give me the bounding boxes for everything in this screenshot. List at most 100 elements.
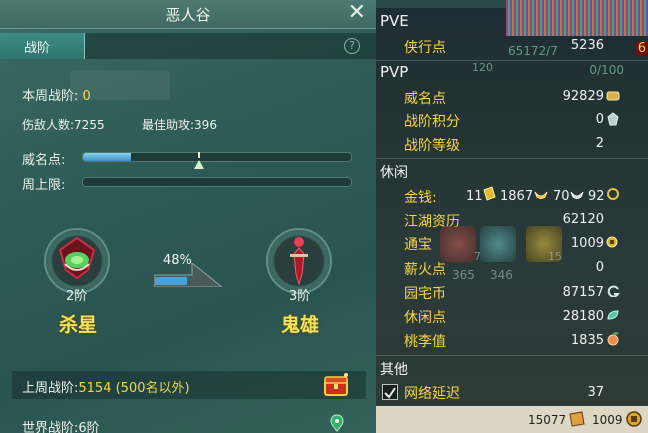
silver-ingot-icon: [570, 191, 584, 199]
money-label: 金钱:: [404, 190, 437, 206]
leisure-points-value: 28180: [562, 309, 604, 324]
weekly-rank-label: 本周战阶:: [22, 89, 79, 104]
money-silver-value: 70: [553, 189, 570, 204]
current-rank-name: 杀星: [59, 314, 98, 336]
gold-brick-icon: [483, 186, 496, 201]
tongbao-coin-icon: [606, 236, 618, 248]
week-limit-bar: [82, 177, 352, 187]
fire-points-value: 0: [595, 260, 604, 275]
rank-score-icon: [607, 112, 619, 126]
garden-coin-value: 87157: [562, 285, 604, 300]
rank-score-value: 0: [595, 112, 604, 127]
assists-row: 最佳助攻:396: [142, 116, 217, 133]
weekly-rank-value: 0: [82, 89, 91, 104]
rank-level-value: 2: [595, 136, 604, 151]
close-icon[interactable]: ✕: [348, 1, 366, 25]
help-icon[interactable]: ?: [344, 38, 360, 54]
assists-label: 最佳助攻:: [142, 118, 195, 132]
next-rank-name: 鬼雄: [281, 314, 320, 336]
bottom-token-icon: [569, 411, 585, 427]
currency-tooltip-panel: 65172/7 0/100 120 6 PVE 侠行点 5236 PVP 威名点…: [376, 0, 648, 433]
network-latency-value: 37: [587, 385, 604, 400]
current-rank-icon: [58, 236, 96, 280]
peach-icon: [607, 332, 619, 346]
world-rank-value: 6阶: [78, 421, 100, 433]
money-gold-value: 1867: [500, 189, 534, 204]
faded-count: 15: [548, 250, 562, 263]
kills-row: 伤敌人数:7255: [22, 116, 105, 133]
faded-item-slot: [480, 226, 516, 262]
jianghu-seniority-value: 62120: [562, 212, 604, 227]
bottom-tongbao-icon: [626, 411, 642, 427]
gold-ingot-icon: [534, 191, 548, 199]
rank-progress-arrow: [154, 263, 222, 287]
reward-chest-icon[interactable]: [322, 372, 350, 398]
chivalry-points-value: 5236: [570, 38, 604, 53]
next-rank-icon: [290, 237, 308, 286]
kills-label: 伤敌人数:: [22, 118, 75, 132]
faded-item-slot: [440, 226, 476, 262]
kills-value: 7255: [74, 118, 105, 132]
hud-top-edge: [376, 0, 506, 8]
hud-resource-text: 65172/7: [508, 44, 558, 58]
garden-coin-icon: [607, 285, 620, 297]
rank-progress-fill: [155, 277, 187, 285]
prestige-bar-fill: [83, 153, 132, 161]
rank-level-label: 战阶等级: [404, 138, 460, 154]
separator: [376, 60, 648, 61]
latency-checkbox[interactable]: [382, 384, 398, 400]
other-section-title: 其他: [380, 362, 408, 378]
hud-level-text: 120: [472, 61, 493, 74]
week-limit-label: 周上限:: [22, 178, 66, 193]
hud-progress-text: 0/100: [589, 63, 624, 77]
tab-label: 战阶: [24, 41, 51, 56]
window-titlebar[interactable]: 恶人谷 ✕: [0, 0, 376, 29]
next-rank-level: 3阶: [289, 289, 311, 304]
hud-corner-value: 6: [635, 41, 648, 56]
separator: [376, 355, 648, 356]
prestige-coin-icon: [606, 91, 620, 101]
pvp-section-title: PVP: [380, 63, 409, 81]
faded-count: 346: [490, 268, 513, 282]
prestige-bar: [82, 152, 352, 162]
money-copper-value: 92: [588, 189, 605, 204]
prestige-marker-icon: [194, 152, 204, 169]
taoli-value-value: 1835: [570, 333, 604, 348]
last-week-label: 上周战阶:: [22, 381, 79, 396]
separator: [376, 158, 648, 159]
copper-coin-icon: [607, 188, 619, 200]
faded-count: 365: [452, 268, 475, 282]
network-latency-label: 网络延迟: [404, 386, 460, 402]
rank-score-label: 战阶积分: [404, 114, 460, 130]
current-rank-level: 2阶: [66, 289, 88, 304]
last-week-text: 上周战阶:5154 (500名以外): [22, 377, 190, 396]
prestige-label: 威名点:: [22, 153, 66, 168]
hud-status-strip: [506, 0, 648, 36]
garden-coin-label: 园宅币: [404, 286, 446, 302]
pve-section-title: PVE: [380, 12, 409, 30]
battle-rank-panel: 恶人谷 ✕ 战阶 ? 本周战阶: 0 伤敌人数:7255 最佳助攻:396 威名…: [0, 0, 376, 433]
leisure-leaf-icon: [607, 310, 619, 320]
location-pin-icon[interactable]: [330, 414, 344, 432]
window-title: 恶人谷: [165, 6, 211, 24]
leisure-points-label: 休闲点: [404, 310, 446, 326]
world-rank-text: 世界战阶:6阶: [22, 417, 100, 433]
leisure-section-title: 休闲: [380, 165, 408, 181]
bottom-coins-value: 15077: [528, 413, 567, 427]
prestige-points-label: 威名点: [404, 91, 446, 107]
fire-points-label: 薪火点: [404, 262, 446, 278]
money-brick-value: 11: [466, 189, 483, 204]
bottom-tongbao-value: 1009: [592, 413, 623, 427]
prestige-points-value: 92829: [562, 89, 604, 104]
last-week-value: 5154 (500名以外): [78, 381, 190, 396]
world-rank-label: 世界战阶:: [22, 421, 79, 433]
tab-battle-rank[interactable]: 战阶: [0, 33, 85, 59]
assists-value: 396: [194, 118, 217, 132]
faded-count: 7: [474, 250, 481, 263]
weekly-rank-row: 本周战阶: 0: [22, 85, 91, 104]
tab-bar: 战阶 ?: [0, 33, 376, 59]
tongbao-label: 通宝: [404, 237, 432, 253]
taoli-value-label: 桃李值: [404, 334, 446, 350]
checkmark-icon: [384, 387, 396, 399]
chivalry-points-label: 侠行点: [404, 40, 446, 56]
